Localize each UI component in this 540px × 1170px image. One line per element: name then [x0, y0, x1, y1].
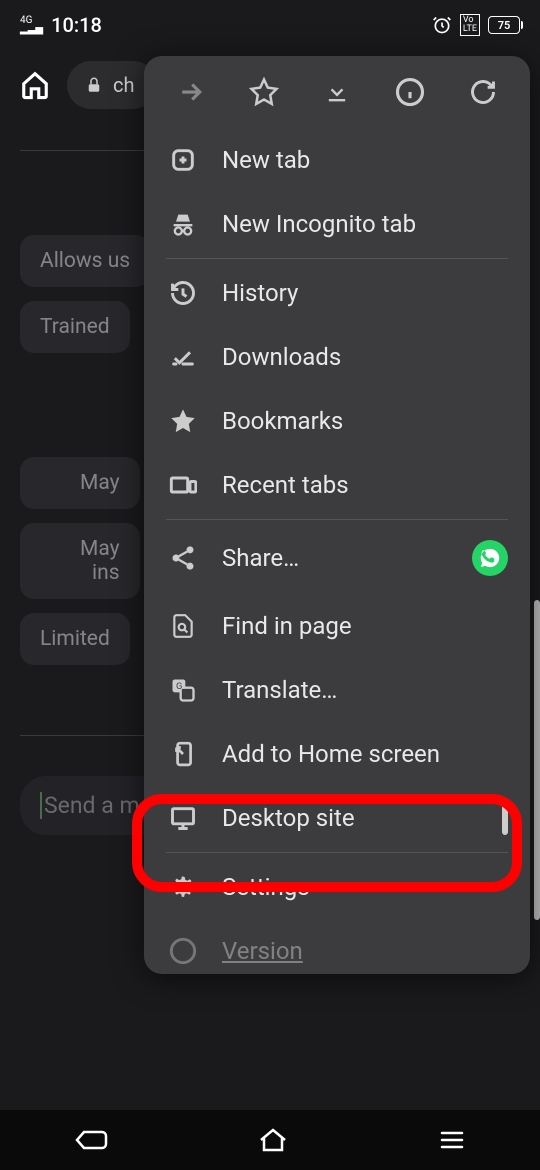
settings-icon [166, 873, 200, 901]
menu-incognito[interactable]: New Incognito tab [158, 192, 516, 256]
menu-share[interactable]: Share… [158, 522, 516, 594]
download-button[interactable] [317, 78, 357, 106]
info-button[interactable] [390, 77, 430, 107]
menu-help[interactable]: Version [158, 919, 516, 969]
add-to-home-icon [166, 741, 200, 767]
bookmark-star-button[interactable] [244, 77, 284, 107]
status-bar: 4G▂▃▅ 10:18 VoLTE 75 [0, 0, 540, 50]
forward-button[interactable] [171, 77, 211, 107]
suggestion-pill[interactable]: May [20, 457, 140, 509]
home-button[interactable] [15, 70, 55, 100]
menu-label: Version [222, 937, 303, 965]
alarm-icon [432, 15, 452, 35]
menu-add-to-home[interactable]: Add to Home screen [158, 722, 516, 786]
recent-tabs-icon [166, 471, 200, 499]
bookmarks-icon [166, 407, 200, 435]
menu-translate[interactable]: G Translate… [158, 658, 516, 722]
menu-new-tab[interactable]: New tab [158, 128, 516, 192]
android-navbar [0, 1110, 540, 1170]
nav-recent-button[interactable] [438, 1128, 466, 1152]
menu-settings[interactable]: Settings [158, 855, 516, 919]
menu-label: Share… [222, 544, 299, 572]
downloads-icon [166, 343, 200, 371]
network-icon: 4G▂▃▅ [20, 16, 43, 34]
suggestion-pill[interactable]: Trained [20, 301, 130, 353]
menu-downloads[interactable]: Downloads [158, 325, 516, 389]
nav-back-button[interactable] [74, 1127, 108, 1153]
incognito-icon [166, 210, 200, 238]
url-text: ch [113, 73, 134, 97]
svg-text:G: G [176, 681, 182, 692]
reload-button[interactable] [463, 78, 503, 106]
browser-menu: New tab New Incognito tab History Downlo… [144, 56, 530, 974]
menu-label: Add to Home screen [222, 740, 440, 768]
menu-label: Settings [222, 873, 310, 901]
suggestion-pill[interactable]: Allows us [20, 235, 150, 287]
menu-find-in-page[interactable]: Find in page [158, 594, 516, 658]
menu-label: Translate… [222, 676, 337, 704]
desktop-checkbox[interactable] [502, 804, 508, 832]
menu-label: Recent tabs [222, 471, 349, 499]
battery-icon: 75 [488, 16, 520, 34]
new-tab-icon [166, 146, 200, 174]
help-icon [166, 937, 200, 965]
volte-icon: VoLTE [460, 14, 480, 36]
menu-label: Bookmarks [222, 407, 343, 435]
menu-label: History [222, 279, 298, 307]
desktop-icon [166, 804, 200, 832]
status-time: 10:18 [51, 13, 102, 37]
menu-label: New tab [222, 146, 310, 174]
menu-label: Downloads [222, 343, 341, 371]
menu-desktop-site[interactable]: Desktop site [158, 786, 516, 850]
menu-history[interactable]: History [158, 261, 516, 325]
find-icon [166, 613, 200, 639]
menu-label: Find in page [222, 612, 352, 640]
nav-home-button[interactable] [257, 1126, 289, 1154]
suggestion-pill[interactable]: Limited [20, 613, 130, 665]
share-icon [166, 544, 200, 572]
lock-icon [85, 76, 103, 94]
menu-bookmarks[interactable]: Bookmarks [158, 389, 516, 453]
menu-label: New Incognito tab [222, 210, 416, 238]
menu-label: Desktop site [222, 804, 355, 832]
whatsapp-icon[interactable] [472, 540, 508, 576]
history-icon [166, 279, 200, 307]
suggestion-pill[interactable]: May ins [20, 523, 140, 599]
menu-recent-tabs[interactable]: Recent tabs [158, 453, 516, 517]
scrollbar[interactable] [534, 600, 540, 920]
translate-icon: G [166, 676, 200, 704]
